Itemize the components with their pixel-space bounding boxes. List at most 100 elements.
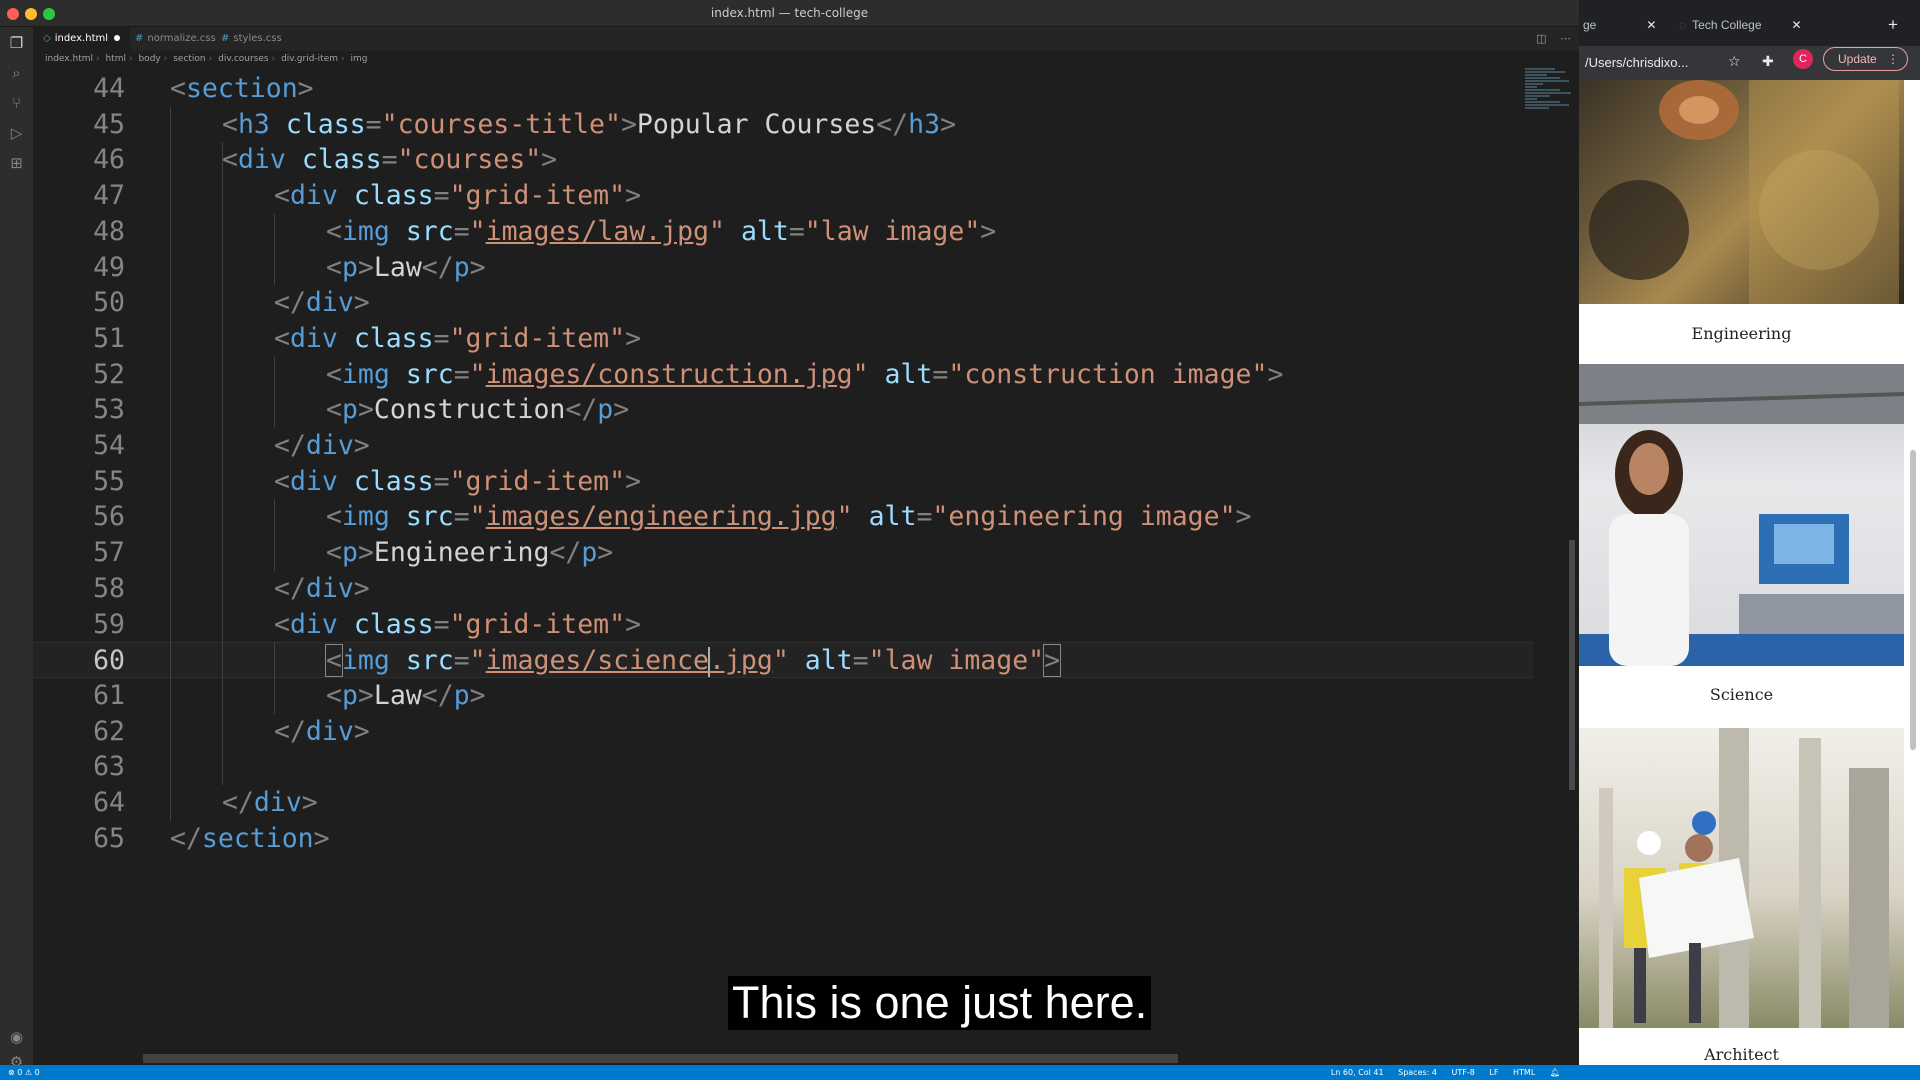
bookmark-star-icon[interactable]: ☆: [1728, 54, 1741, 70]
course-label-architect: Architect: [1704, 1045, 1779, 1064]
status-right-items: Ln 60, Col 41 Spaces: 4 UTF-8 LF HTML 🔔︎: [1319, 1065, 1560, 1080]
code-line[interactable]: 60 <img src="images/science.jpg" alt="law…: [33, 642, 1533, 678]
window-title: index.html — tech-college: [710, 6, 869, 20]
code-editor[interactable]: 44 <section> 45 <h3 class="courses-title">P…: [33, 67, 1533, 1065]
address-bar[interactable]: /Users/chrisdixo...: [1585, 55, 1688, 70]
line-number: 44: [93, 73, 125, 104]
breadcrumb-item[interactable]: div.grid-item: [281, 54, 338, 64]
code-text: <h3 class="courses-title">Popular Course…: [222, 108, 957, 140]
code-line[interactable]: 49 <p>Law</p>: [33, 250, 1533, 286]
code-editor-window: index.html — tech-college ❐ ⌕ ⑂ ▷ ⊞ ◉ ⚙ …: [0, 0, 1579, 1080]
tab-label: normalize.css: [147, 33, 216, 44]
code-line[interactable]: 45 <h3 class="courses-title">Popular Cour…: [33, 107, 1533, 143]
code-text: <div class="grid-item">: [274, 322, 642, 354]
breadcrumb-item[interactable]: div.courses: [218, 54, 268, 64]
file-encoding[interactable]: UTF-8: [1452, 1068, 1475, 1077]
html-file-icon: ◇: [43, 33, 51, 44]
code-line[interactable]: 65 </section>: [33, 821, 1533, 857]
source-control-icon[interactable]: ⑂: [6, 93, 27, 114]
course-label-science: Science: [1709, 685, 1774, 704]
code-line[interactable]: 54 </div>: [33, 428, 1533, 464]
code-line[interactable]: 56 <img src="images/engineering.jpg" alt=…: [33, 499, 1533, 535]
web-page: Engineering Science Architect: [1579, 80, 1920, 1065]
code-line[interactable]: 51 <div class="grid-item">: [33, 321, 1533, 357]
code-line[interactable]: 62 </div>: [33, 714, 1533, 750]
explorer-icon[interactable]: ❐: [6, 33, 27, 54]
problems-indicator[interactable]: ⊗ 0 ⚠ 0: [8, 1065, 40, 1080]
line-number: 61: [93, 679, 125, 711]
kebab-menu-icon[interactable]: ⋮: [1887, 48, 1899, 70]
tab-label: index.html: [54, 33, 109, 44]
engineering-image: [1579, 80, 1904, 304]
code-line[interactable]: 50 </div>: [33, 285, 1533, 321]
code-line[interactable]: 59 <div class="grid-item">: [33, 607, 1533, 643]
code-text: </div>: [274, 430, 370, 461]
cursor-position[interactable]: Ln 60, Col 41: [1331, 1068, 1384, 1077]
notifications-bell-icon[interactable]: 🔔︎: [1550, 1068, 1560, 1077]
code-line[interactable]: 57 <p>Engineering</p>: [33, 535, 1533, 571]
language-mode[interactable]: HTML: [1513, 1068, 1535, 1077]
code-text: </div>: [274, 715, 370, 747]
extensions-icon[interactable]: ⊞: [6, 153, 27, 174]
code-text: <img src="images/law.jpg" alt="law image…: [326, 215, 997, 247]
code-line[interactable]: 52 <img src="images/construction.jpg" alt…: [33, 357, 1533, 393]
code-text: <img src="images/engineering.jpg" alt="e…: [326, 501, 1252, 533]
code-text: <div class="grid-item">: [274, 465, 642, 497]
line-number: 56: [93, 501, 125, 533]
close-tab-icon[interactable]: ✕: [1646, 18, 1656, 32]
tab-styles-css[interactable]: # styles.css: [211, 27, 292, 51]
code-line[interactable]: 53 <p>Construction</p>: [33, 392, 1533, 428]
line-number: 59: [93, 608, 125, 640]
split-editor-icon[interactable]: ◫: [1536, 32, 1546, 45]
code-text: </section>: [170, 822, 330, 854]
breadcrumb-item[interactable]: index.html: [45, 54, 93, 64]
update-button-label: Update: [1838, 52, 1877, 66]
code-text: <p>Law</p>: [326, 679, 486, 711]
indentation-setting[interactable]: Spaces: 4: [1398, 1068, 1437, 1077]
code-line[interactable]: 61 <p>Law</p>: [33, 678, 1533, 714]
close-tab-icon[interactable]: ✕: [1792, 18, 1802, 32]
run-debug-icon[interactable]: ▷: [6, 123, 27, 144]
browser-tab-label: ge: [1583, 18, 1597, 32]
line-number: 45: [93, 108, 125, 140]
code-line[interactable]: 48 <img src="images/law.jpg" alt="law ima…: [33, 214, 1533, 250]
browser-tab-label: Tech College: [1692, 18, 1762, 32]
code-line[interactable]: 63: [33, 749, 1533, 785]
code-line[interactable]: 47 <div class="grid-item">: [33, 178, 1533, 214]
breadcrumb-item[interactable]: body: [138, 54, 160, 64]
tab-index-html[interactable]: ◇ index.html: [33, 27, 131, 51]
browser-tab-tech-college[interactable]: ◌ Tech College ✕: [1679, 12, 1802, 38]
plus-icon[interactable]: +: [1888, 12, 1898, 38]
code-text: <img src="images/construction.jpg" alt="…: [326, 358, 1284, 390]
breadcrumb-item[interactable]: section: [173, 54, 205, 64]
code-line[interactable]: 55 <div class="grid-item">: [33, 464, 1533, 500]
profile-avatar[interactable]: C: [1793, 49, 1813, 69]
status-bar: ⊗ 0 ⚠ 0 Ln 60, Col 41 Spaces: 4 UTF-8 LF…: [0, 1065, 1920, 1080]
code-line[interactable]: 46 <div class="courses">: [33, 142, 1533, 178]
indent-guide: [222, 142, 223, 785]
horizontal-scrollbar[interactable]: [143, 1054, 1178, 1063]
code-text: <section>: [170, 73, 314, 104]
line-number: 63: [93, 751, 125, 783]
minimap[interactable]: [1525, 67, 1573, 137]
code-line[interactable]: 58 </div>: [33, 571, 1533, 607]
browser-tab-previous[interactable]: ge ✕: [1583, 12, 1656, 38]
line-number: 54: [93, 430, 125, 461]
more-actions-icon[interactable]: ⋯: [1560, 32, 1571, 45]
browser-window: ge ✕ ◌ Tech College ✕ + /Users/chrisdixo...…: [1579, 0, 1920, 1065]
code-line[interactable]: 44 <section>: [33, 71, 1533, 107]
line-number: 50: [93, 287, 125, 319]
video-subtitle: This is one just here.: [728, 976, 1152, 1030]
breadcrumb-item[interactable]: img: [351, 54, 368, 64]
update-button[interactable]: Update ⋮: [1823, 47, 1908, 71]
code-text: <div class="grid-item">: [274, 608, 642, 640]
page-scrollbar[interactable]: [1910, 450, 1916, 750]
end-of-line[interactable]: LF: [1489, 1068, 1498, 1077]
extensions-puzzle-icon[interactable]: ✚: [1762, 54, 1774, 70]
vertical-scrollbar[interactable]: [1569, 540, 1575, 790]
account-icon[interactable]: ◉: [6, 1027, 27, 1048]
code-line[interactable]: 64 </div>: [33, 785, 1533, 821]
search-icon[interactable]: ⌕: [6, 63, 27, 84]
title-bar: index.html — tech-college: [0, 0, 1579, 27]
breadcrumb-item[interactable]: html: [105, 54, 126, 64]
